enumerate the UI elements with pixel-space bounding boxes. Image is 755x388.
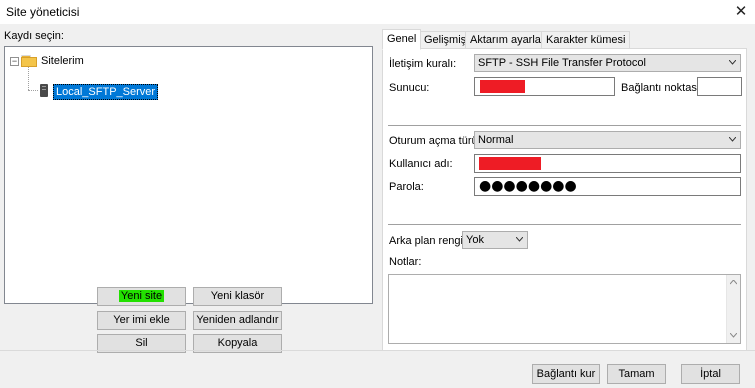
chevron-down-icon <box>729 137 736 142</box>
tree-item-my-sites[interactable]: Sitelerim <box>41 55 84 67</box>
logon-type-value: Normal <box>478 134 514 146</box>
background-color-select[interactable]: Yok <box>462 231 528 249</box>
site-tree[interactable]: − Sitelerim Local_SFTP_Server <box>4 46 373 304</box>
host-input[interactable] <box>474 77 615 96</box>
host-label: Sunucu: <box>389 82 430 94</box>
protocol-label: İletişim kuralı: <box>389 58 457 70</box>
new-site-button[interactable]: Yeni site <box>97 287 186 306</box>
notes-scrollbar[interactable] <box>726 275 740 343</box>
chevron-down-icon[interactable] <box>730 333 737 338</box>
dialog-body: Kaydı seçin: − Sitelerim Local_SFTP_Serv… <box>0 24 755 388</box>
password-label: Parola: <box>389 181 424 193</box>
background-color-value: Yok <box>466 234 484 246</box>
divider <box>388 224 741 225</box>
rename-button[interactable]: Yeniden adlandır <box>193 311 282 330</box>
cancel-button[interactable]: İptal <box>681 364 740 384</box>
window-title: Site yöneticisi <box>6 5 80 19</box>
connect-button[interactable]: Bağlantı kur <box>532 364 600 384</box>
tree-connector <box>28 66 29 90</box>
tree-item-local-sftp-server[interactable]: Local_SFTP_Server <box>53 84 159 100</box>
title-bar: Site yöneticisi ✕ <box>0 0 755 24</box>
chevron-up-icon[interactable] <box>730 280 737 285</box>
tree-connector <box>28 90 38 91</box>
protocol-select[interactable]: SFTP - SSH File Transfer Protocol <box>474 54 741 72</box>
close-icon[interactable]: ✕ <box>727 0 755 24</box>
password-value: ●●●●●●●● <box>479 178 577 194</box>
protocol-value: SFTP - SSH File Transfer Protocol <box>478 57 646 69</box>
new-bookmark-button[interactable]: Yer imi ekle <box>97 311 186 330</box>
port-label: Bağlantı noktası: <box>621 82 703 94</box>
username-label: Kullanıcı adı: <box>389 158 453 170</box>
footer-divider <box>0 350 755 351</box>
server-icon <box>40 84 48 97</box>
password-input[interactable]: ●●●●●●●● <box>474 177 741 196</box>
tab-general[interactable]: Genel <box>382 29 422 50</box>
ok-button[interactable]: Tamam <box>607 364 666 384</box>
redaction-mark <box>480 80 525 93</box>
chevron-down-icon <box>729 60 736 65</box>
tab-charset[interactable]: Karakter kümesi <box>541 31 631 49</box>
select-entry-label: Kaydı seçin: <box>4 30 64 42</box>
notes-label: Notlar: <box>389 256 422 268</box>
tab-transfer-settings[interactable]: Aktarım ayarları <box>465 31 553 49</box>
notes-textarea[interactable] <box>388 274 741 344</box>
username-input[interactable] <box>474 154 741 173</box>
folder-icon <box>21 55 37 67</box>
tab-advanced[interactable]: Gelişmiş <box>419 31 472 49</box>
redaction-mark <box>479 157 541 170</box>
background-color-label: Arka plan rengi: <box>389 235 467 247</box>
logon-type-label: Oturum açma türü: <box>389 135 481 147</box>
chevron-down-icon <box>516 237 523 242</box>
logon-type-select[interactable]: Normal <box>474 131 741 149</box>
port-input[interactable] <box>697 77 742 96</box>
divider <box>388 125 741 126</box>
collapse-icon[interactable]: − <box>10 57 19 66</box>
new-folder-button[interactable]: Yeni klasör <box>193 287 282 306</box>
new-site-label: Yeni site <box>118 290 165 302</box>
